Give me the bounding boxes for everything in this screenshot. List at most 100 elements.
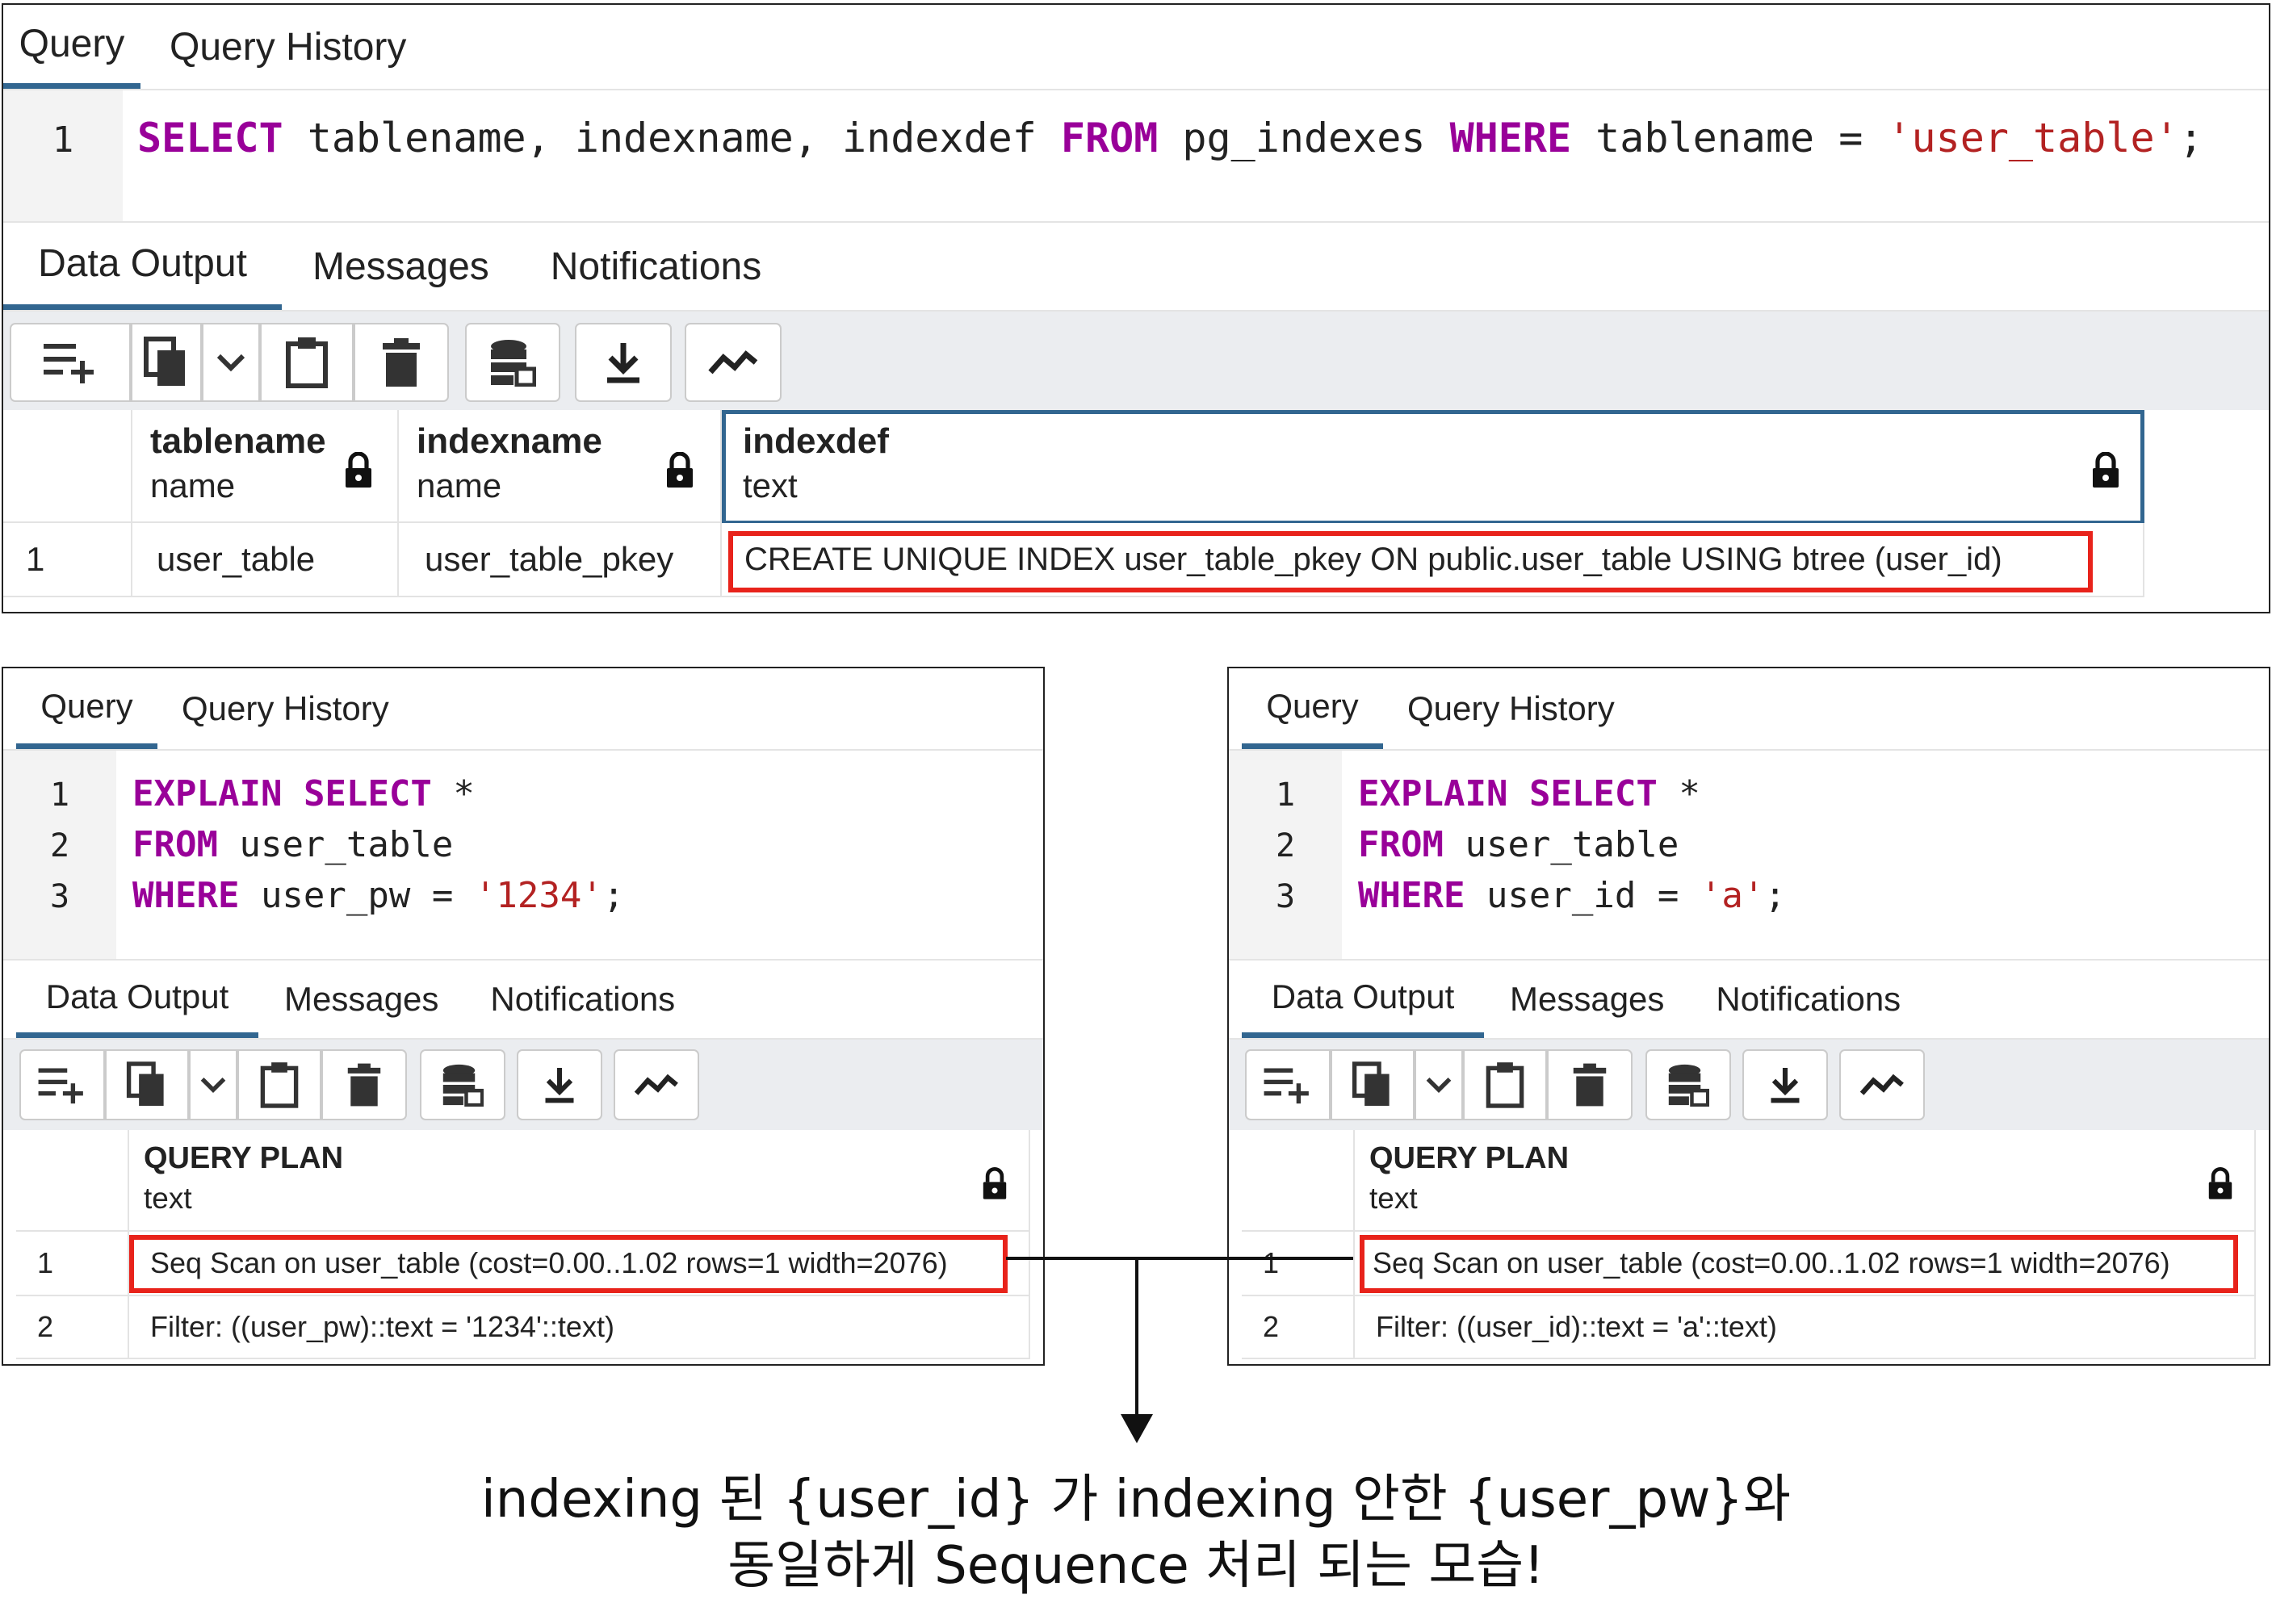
code-area[interactable]: EXPLAIN SELECT * FROM user_table WHERE use… [132,768,624,921]
left-explain-panel: Query Query History 1 2 3 EXPLAIN SELECT… [2,667,1045,1366]
code-line: EXPLAIN SELECT * [1358,768,1786,819]
column-header-indexname[interactable]: indexname name [399,410,722,523]
sql-keyword: WHERE [1358,875,1465,916]
tab-data-output[interactable]: Data Output [3,223,282,310]
sql-string: '1234' [474,875,603,916]
tab-messages[interactable]: Messages [282,223,520,310]
code-line: FROM user_table [1358,819,1786,870]
tab-query[interactable]: Query [16,668,157,749]
sql-editor[interactable]: 1 SELECT tablename, indexname, indexdef … [3,90,2269,223]
caption-line-2: 동일하게 Sequence 처리 되는 모습! [727,1536,1545,1596]
paste-button[interactable] [1463,1049,1547,1120]
paste-button[interactable] [237,1049,321,1120]
sql-text: tablename, indexname, indexdef [283,115,1061,161]
code-area[interactable]: EXPLAIN SELECT * FROM user_table WHERE use… [1358,768,1786,921]
add-row-button[interactable] [10,323,131,402]
table-cell[interactable]: user_table_pkey [399,523,722,597]
lock-icon [346,452,371,488]
save-data-icon [442,1064,484,1107]
column-header-query-plan[interactable]: QUERY PLAN text [1355,1130,2256,1232]
result-toolbar [1229,1040,2269,1130]
result-tabs: Data Output Messages Notifications [3,223,2269,312]
result-grid: tablename name indexname name indexdef t… [3,410,2269,612]
tab-notifications[interactable]: Notifications [1690,961,1926,1038]
table-cell[interactable]: Filter: ((user_pw)::text = '1234'::text) [129,1296,1030,1359]
tab-query[interactable]: Query [3,5,140,89]
tab-data-output[interactable]: Data Output [1242,961,1484,1038]
column-type: text [144,1182,192,1215]
tab-messages[interactable]: Messages [258,961,464,1038]
line-number: 3 [49,878,70,915]
right-explain-panel: Query Query History 1 2 3 EXPLAIN SELECT… [1227,667,2270,1366]
copy-options-dropdown[interactable] [189,1049,237,1120]
column-header-query-plan[interactable]: QUERY PLAN text [129,1130,1030,1232]
editor-tabs: Query Query History [1229,668,2269,751]
sql-keyword: SELECT [303,773,432,814]
code-area[interactable]: SELECT tablename, indexname, indexdef FR… [137,113,2203,163]
tab-notifications[interactable]: Notifications [520,223,792,310]
copy-button[interactable] [1331,1049,1415,1120]
tab-messages[interactable]: Messages [1484,961,1690,1038]
download-button[interactable] [1742,1049,1828,1120]
row-number: 1 [16,1232,129,1296]
table-cell[interactable]: user_table [132,523,399,597]
add-row-button[interactable] [19,1049,105,1120]
line-number: 3 [1275,878,1296,915]
add-row-icon [44,344,94,383]
column-type: name [417,467,502,504]
add-row-button[interactable] [1245,1049,1331,1120]
caption-line-1: indexing 된 {user_id} 가 indexing 안한 {user… [480,1470,1792,1530]
graph-visualiser-button[interactable] [685,323,782,402]
delete-icon [347,1063,381,1107]
highlight-box [728,531,2093,592]
sql-text: user_table [1443,824,1679,865]
lock-icon [983,1167,1007,1199]
graph-visualiser-button[interactable] [1839,1049,1925,1120]
code-line: SELECT tablename, indexname, indexdef FR… [137,113,2203,163]
copy-options-dropdown[interactable] [1415,1049,1463,1120]
top-query-panel: Query Query History 1 SELECT tablename, … [2,3,2270,613]
copy-button[interactable] [131,323,202,402]
column-name: QUERY PLAN [144,1141,344,1175]
table-cell[interactable]: Filter: ((user_id)::text = 'a'::text) [1355,1296,2256,1359]
chevron-down-icon [200,1077,226,1094]
paste-button[interactable] [260,323,354,402]
save-data-button[interactable] [465,323,560,402]
save-data-icon [1668,1064,1709,1107]
copy-options-dropdown[interactable] [202,323,260,402]
tab-query-history[interactable]: Query History [140,5,435,89]
graph-icon [1859,1074,1904,1095]
chevron-down-icon [216,354,245,372]
download-button[interactable] [575,323,672,402]
delete-button[interactable] [354,323,449,402]
copy-button[interactable] [105,1049,189,1120]
line-gutter: 1 2 3 [1229,751,1342,959]
sql-editor[interactable]: 1 2 3 EXPLAIN SELECT * FROM user_table WHE… [1229,751,2269,961]
tab-data-output[interactable]: Data Output [16,961,258,1038]
download-button[interactable] [517,1049,602,1120]
tab-query-history[interactable]: Query History [157,668,413,749]
line-gutter: 1 [3,90,123,221]
column-header-tablename[interactable]: tablename name [132,410,399,523]
selected-column-outline [722,410,2144,525]
delete-button[interactable] [321,1049,407,1120]
tab-query-history[interactable]: Query History [1383,668,1639,749]
sql-text: pg_indexes [1158,115,1450,161]
line-gutter: 1 2 3 [3,751,116,959]
sql-keyword: FROM [1358,824,1444,865]
save-data-button[interactable] [420,1049,505,1120]
delete-button[interactable] [1547,1049,1633,1120]
row-number: 1 [1242,1232,1355,1296]
column-type: text [1369,1182,1418,1215]
editor-tabs: Query Query History [3,668,1043,751]
tab-notifications[interactable]: Notifications [464,961,701,1038]
line-number: 1 [52,119,74,161]
sql-text: ; [2178,115,2203,161]
tab-query[interactable]: Query [1242,668,1383,749]
save-data-button[interactable] [1645,1049,1731,1120]
sql-editor[interactable]: 1 2 3 EXPLAIN SELECT * FROM user_table WHE… [3,751,1043,961]
delete-icon [383,338,420,387]
graph-visualiser-button[interactable] [614,1049,699,1120]
sql-text: tablename = [1571,115,1888,161]
